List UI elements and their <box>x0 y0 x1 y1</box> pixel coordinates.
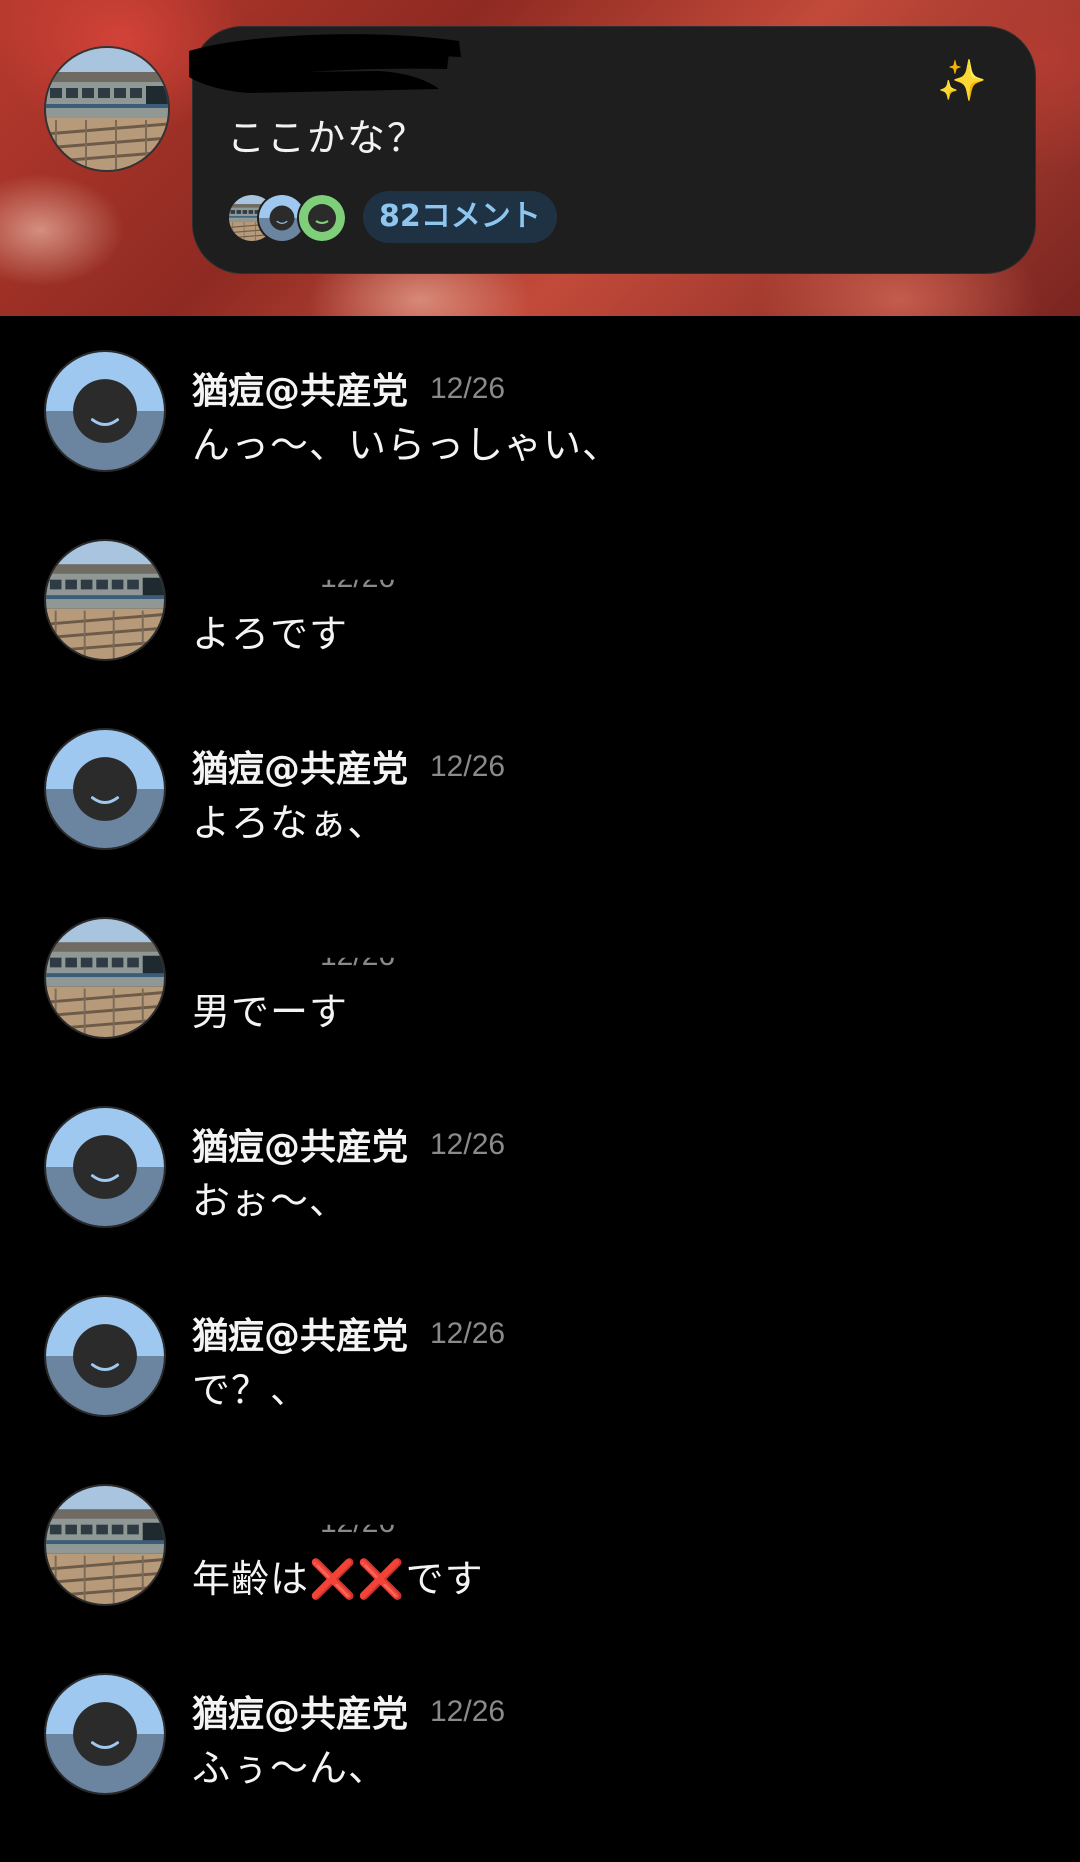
comment-text: 年齢は❌❌です <box>192 1548 484 1603</box>
comment-item: 猶痘@共産党 12/26 んっ〜、いらっしゃい、 <box>0 350 1080 539</box>
commenter-avatar <box>297 193 347 243</box>
redacted-author-name <box>189 34 461 93</box>
comment-text: よろです <box>192 612 349 656</box>
comment-date: 12/26 <box>430 372 506 405</box>
comment-count-button[interactable]: 82コメント <box>363 191 557 243</box>
default-avatar[interactable] <box>44 1295 166 1417</box>
comment-text: で？、 <box>192 1368 310 1412</box>
comment-item: 猶痘@共産党 12/26 で？、 <box>0 1295 1080 1484</box>
comment-item: 12/26 よろです <box>0 539 1080 728</box>
comment-author[interactable]: 猶痘@共産党 <box>192 740 408 792</box>
train-avatar[interactable] <box>44 539 166 661</box>
comment-date-partial: 12/26 <box>320 1506 396 1539</box>
post-header: ✨ ここかな？ 82コメント <box>0 0 1080 316</box>
comment-date: 12/26 <box>430 1128 506 1161</box>
comment-author[interactable]: 猶痘@共産党 <box>192 362 408 414</box>
train-avatar-image <box>46 48 168 170</box>
comment-item: 12/26 男でーす <box>0 917 1080 1106</box>
sparkles-icon[interactable]: ✨ <box>937 61 987 101</box>
post-card[interactable]: ✨ ここかな？ 82コメント <box>189 26 1036 274</box>
comment-item: 猶痘@共産党 12/26 ふぅ〜ん、 <box>0 1673 1080 1862</box>
comment-text-part: です <box>405 1557 484 1601</box>
post-author-avatar[interactable] <box>44 46 170 172</box>
default-avatar[interactable] <box>44 350 166 472</box>
train-avatar[interactable] <box>44 1484 166 1606</box>
comment-text: ふぅ〜ん、 <box>192 1746 388 1790</box>
comment-date-partial: 12/26 <box>320 561 396 594</box>
comment-date-partial: 12/26 <box>320 939 396 972</box>
comment-text: 男でーす <box>192 990 349 1034</box>
commenter-avatars[interactable] <box>227 193 357 243</box>
comment-author[interactable]: 猶痘@共産党 <box>192 1118 408 1170</box>
comment-date: 12/26 <box>430 750 506 783</box>
comment-date: 12/26 <box>430 1695 506 1728</box>
comment-item: 猶痘@共産党 12/26 おぉ〜、 <box>0 1106 1080 1295</box>
default-avatar[interactable] <box>44 1673 166 1795</box>
comment-text-part: 年齢は <box>192 1557 310 1601</box>
cross-mark-icon: ❌❌ <box>309 1557 406 1601</box>
comment-date: 12/26 <box>430 1317 506 1350</box>
post-text: ここかな？ <box>227 116 428 160</box>
default-avatar[interactable] <box>44 1106 166 1228</box>
comment-item: 12/26 年齢は❌❌です <box>0 1484 1080 1673</box>
default-avatar[interactable] <box>44 728 166 850</box>
comment-author[interactable]: 猶痘@共産党 <box>192 1307 408 1359</box>
comment-item: 猶痘@共産党 12/26 よろなぁ、 <box>0 728 1080 917</box>
train-avatar[interactable] <box>44 917 166 1039</box>
comment-author[interactable]: 猶痘@共産党 <box>192 1685 408 1737</box>
comment-text: んっ〜、いらっしゃい、 <box>192 423 622 467</box>
comment-text: よろなぁ、 <box>192 801 387 845</box>
comment-text: おぉ〜、 <box>192 1179 349 1223</box>
